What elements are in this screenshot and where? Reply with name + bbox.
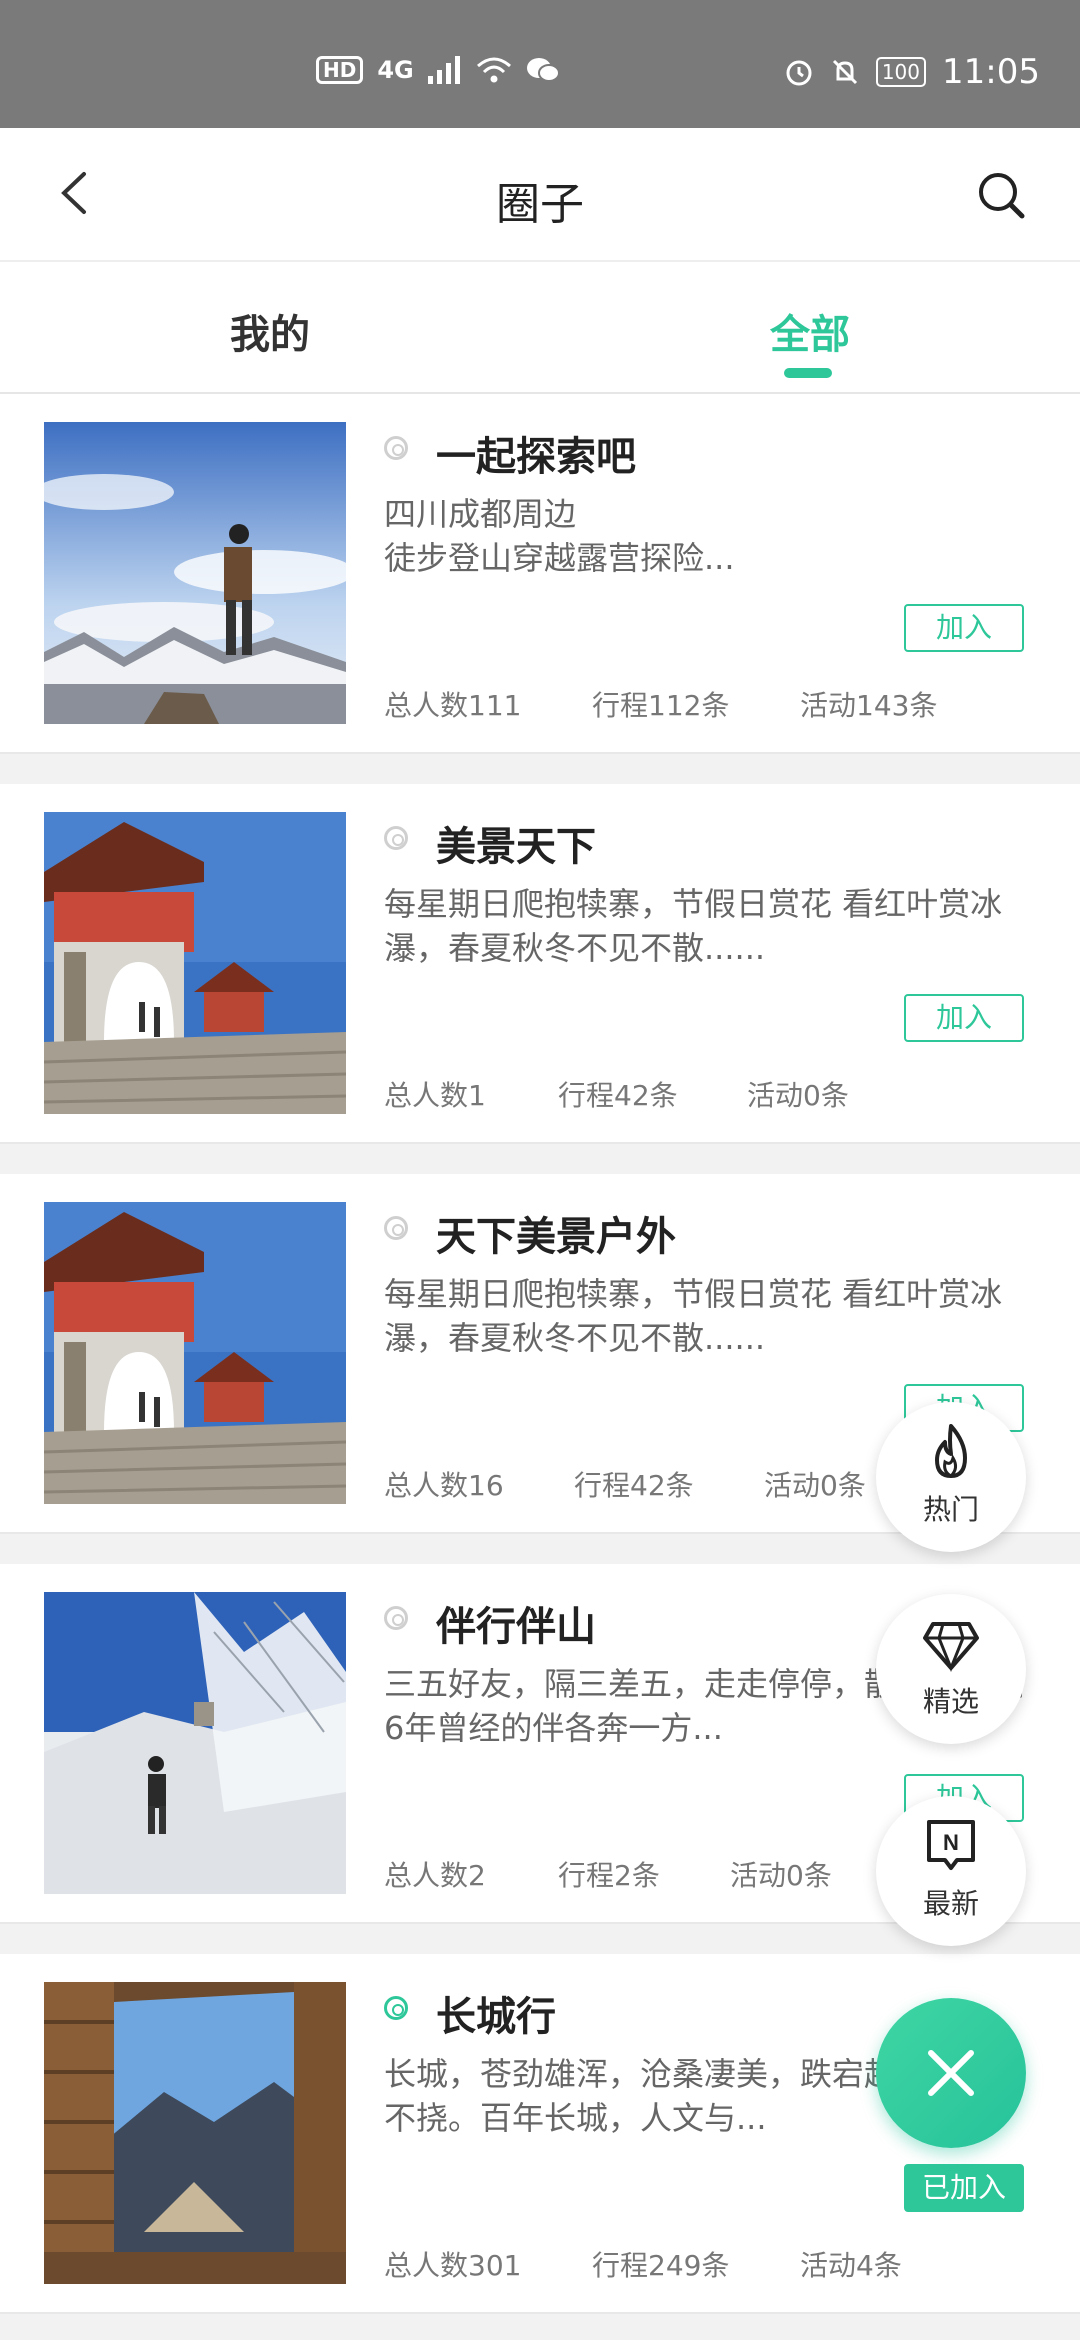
- circle-status-icon: [384, 436, 408, 460]
- activity-count: 活动4条: [800, 2249, 902, 2282]
- trip-count: 行程42条: [558, 1079, 678, 1112]
- circle-name: 长城行: [436, 1994, 556, 2040]
- trip-count: 行程2条: [558, 1859, 660, 1892]
- circle-description: 每星期日爬抱犊寨，节假日赏花 看红叶赏冰瀑，春夏秋冬不见不散......: [384, 1275, 1003, 1357]
- member-count: 总人数301: [384, 2249, 522, 2282]
- circle-cover-image: [44, 422, 346, 724]
- wechat-icon: [526, 58, 560, 82]
- circle-status-icon: [384, 826, 408, 850]
- join-button[interactable]: 加入: [904, 604, 1024, 652]
- featured-label: 精选: [922, 1685, 979, 1718]
- member-count: 总人数111: [384, 689, 522, 722]
- circle-card[interactable]: 一起探索吧 四川成都周边 徒步登山穿越露营探险... 加入 总人数111 行程1…: [0, 394, 1080, 754]
- clock: 11:05: [942, 52, 1040, 92]
- circle-status-icon: [384, 1216, 408, 1240]
- circle-name: 美景天下: [436, 824, 596, 870]
- hd-badge: HD: [316, 56, 364, 84]
- tab-all[interactable]: 全部: [540, 302, 1080, 360]
- signal-icon: [427, 56, 460, 84]
- diamond-icon: [923, 1622, 979, 1673]
- circle-cover-image: [44, 1202, 346, 1504]
- trip-count: 行程42条: [574, 1469, 694, 1502]
- tab-indicator: [784, 368, 832, 378]
- circle-name: 一起探索吧: [436, 434, 636, 480]
- close-icon: [928, 2050, 974, 2096]
- svg-text:N: N: [943, 1830, 959, 1855]
- circle-card[interactable]: 美景天下 每星期日爬抱犊寨，节假日赏花 看红叶赏冰瀑，春夏秋冬不见不散.....…: [0, 784, 1080, 1144]
- top-app-bar: 圈子: [0, 128, 1080, 262]
- tab-bar: 我的 全部: [0, 262, 1080, 394]
- hot-label: 热门: [922, 1493, 979, 1526]
- circle-status-icon: [384, 1606, 408, 1630]
- join-button[interactable]: 加入: [904, 994, 1024, 1042]
- circle-description: 四川成都周边 徒步登山穿越露营探险...: [384, 495, 735, 577]
- activity-count: 活动0条: [730, 1859, 832, 1892]
- member-count: 总人数2: [384, 1859, 486, 1892]
- close-fab-button[interactable]: [876, 1998, 1026, 2148]
- circle-cover-image: [44, 1982, 346, 2284]
- hot-filter-button[interactable]: 热门: [876, 1402, 1026, 1552]
- circle-description: 每星期日爬抱犊寨，节假日赏花 看红叶赏冰瀑，春夏秋冬不见不散......: [384, 885, 1003, 967]
- status-right: 100 11:05: [784, 52, 1040, 92]
- wifi-icon: [476, 57, 511, 83]
- trip-count: 行程112条: [592, 689, 730, 722]
- latest-label: 最新: [922, 1887, 979, 1920]
- latest-filter-button[interactable]: N 最新: [876, 1796, 1026, 1946]
- member-count: 总人数16: [384, 1469, 504, 1502]
- joined-button[interactable]: 已加入: [904, 2164, 1024, 2212]
- new-badge-icon: N: [927, 1820, 975, 1870]
- circle-name: 伴行伴山: [436, 1604, 596, 1650]
- activity-count: 活动143条: [800, 689, 938, 722]
- activity-count: 活动0条: [764, 1469, 866, 1502]
- circle-cover-image: [44, 1592, 346, 1894]
- page-title: 圈子: [496, 179, 584, 230]
- tab-mine[interactable]: 我的: [0, 302, 540, 360]
- flame-icon: [935, 1424, 967, 1478]
- activity-count: 活动0条: [747, 1079, 849, 1112]
- circle-cover-image: [44, 812, 346, 1114]
- circle-status-icon: [384, 1996, 408, 2020]
- network-label: 4G: [377, 56, 414, 84]
- search-icon[interactable]: [976, 170, 1026, 220]
- trip-count: 行程249条: [592, 2249, 730, 2282]
- status-bar: HD 4G 100 11:05: [0, 0, 1080, 128]
- mute-icon: [832, 59, 857, 85]
- circle-name: 天下美景户外: [436, 1214, 676, 1260]
- featured-filter-button[interactable]: 精选: [876, 1594, 1026, 1744]
- battery-indicator: 100: [875, 57, 927, 87]
- alarm-icon: [786, 60, 812, 86]
- status-left: HD 4G: [316, 56, 560, 84]
- member-count: 总人数1: [384, 1079, 486, 1112]
